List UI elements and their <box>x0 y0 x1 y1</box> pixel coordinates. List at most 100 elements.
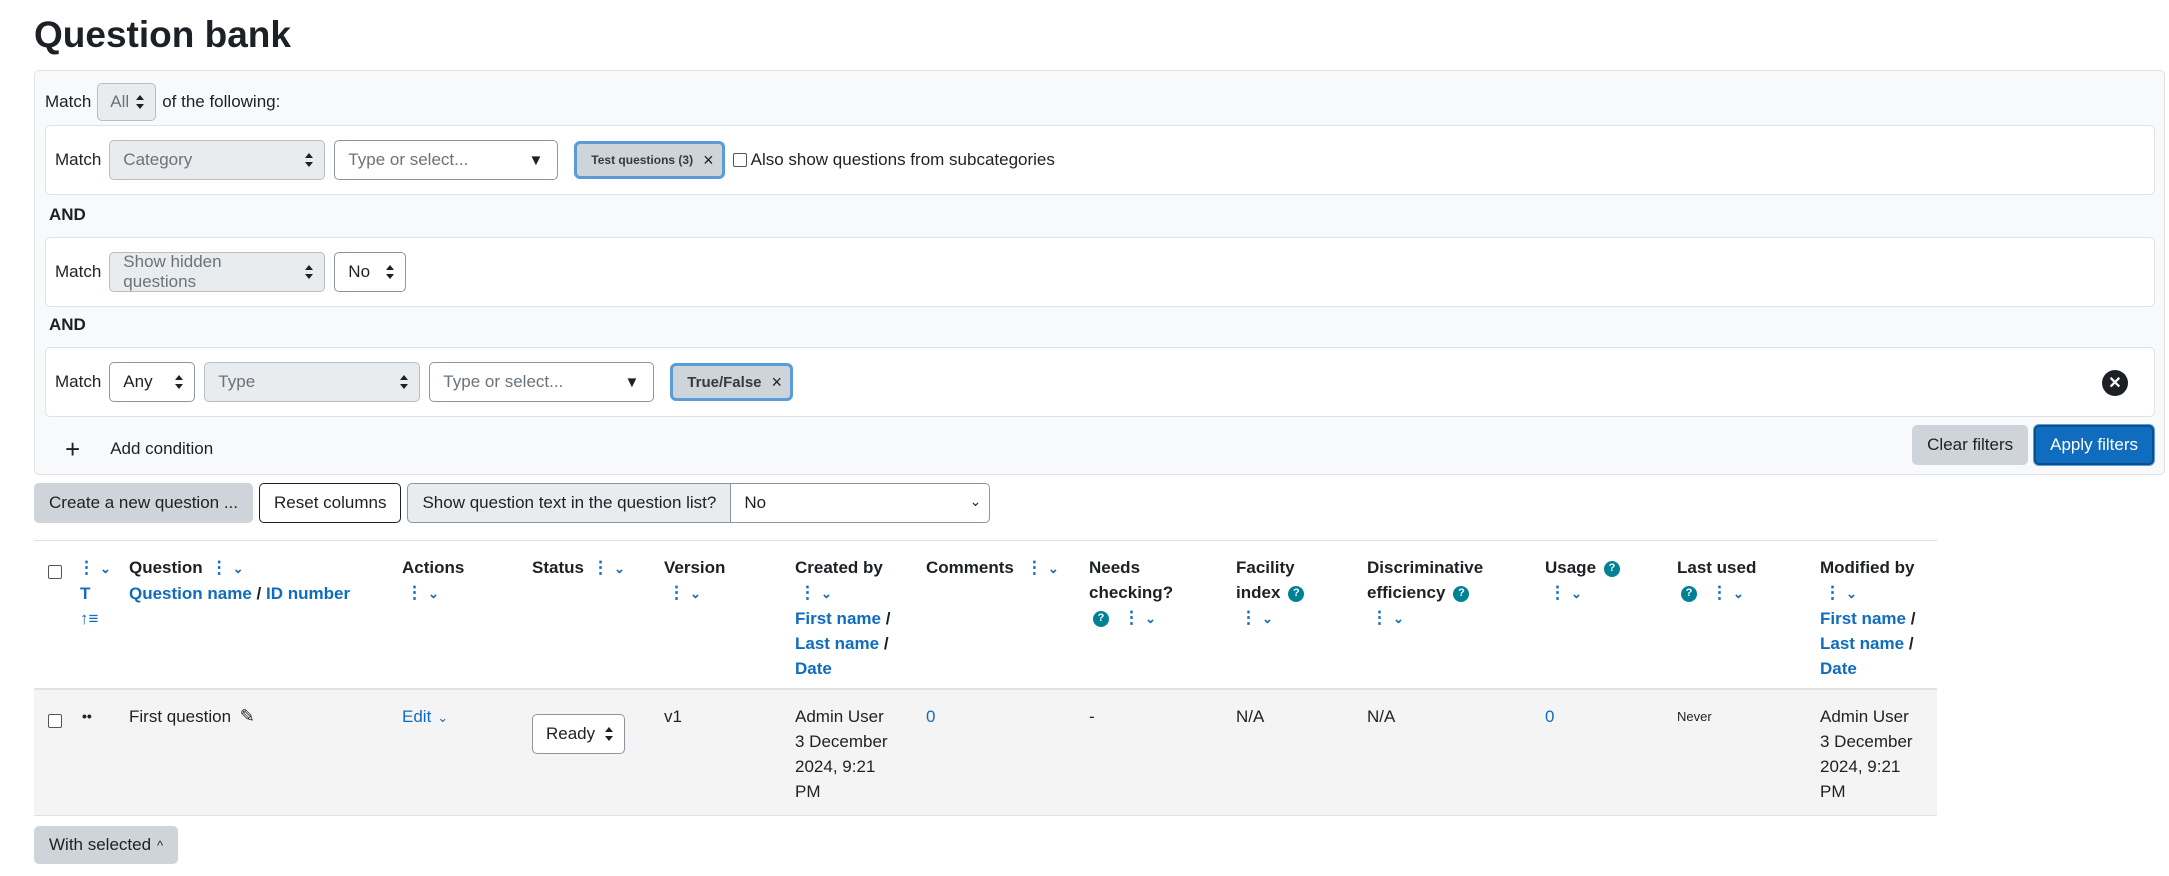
join-select[interactable]: All <box>97 83 157 121</box>
column-menu-icon[interactable]: ⋮ <box>78 555 95 580</box>
condition-field-select[interactable]: Type <box>204 362 421 402</box>
version-column-header: Version ⋮ ⌄ <box>664 555 725 606</box>
chevron-down-icon[interactable]: ⌄ <box>690 581 701 606</box>
column-menu-icon[interactable]: ⋮ <box>668 580 685 605</box>
usage-count-link[interactable]: 0 <box>1545 704 1554 729</box>
column-menu-icon[interactable]: ⋮ <box>211 555 228 580</box>
facility-index-column-header: Facility index? ⋮ ⌄ <box>1236 555 1305 631</box>
filter-join-line: Match All of the following: <box>45 83 280 121</box>
show-text-select[interactable]: No ⌄ <box>731 483 991 523</box>
help-icon[interactable]: ? <box>1093 610 1109 627</box>
category-typeselect[interactable]: Type or select... ▼ <box>334 140 559 180</box>
status-select[interactable]: Ready <box>532 714 625 754</box>
column-menu-icon[interactable]: ⋮ <box>799 580 816 605</box>
chevron-down-icon[interactable]: ⌄ <box>428 581 439 606</box>
type-column-header: ⋮ ⌄ T ↑≡ <box>78 555 111 631</box>
created-by-cell: Admin User 3 December 2024, 9:21 PM <box>795 707 888 801</box>
type-chip[interactable]: True/False × <box>670 363 794 401</box>
clear-filters-button[interactable]: Clear filters <box>1912 425 2029 465</box>
column-menu-icon[interactable]: ⋮ <box>1824 580 1841 605</box>
select-arrows-icon <box>175 375 184 389</box>
column-menu-icon[interactable]: ⋮ <box>1549 580 1566 605</box>
sort-ascending-icon[interactable]: ↑≡ <box>80 609 98 628</box>
question-column-header: Question ⋮ ⌄ Question name / ID number <box>129 555 350 606</box>
chevron-down-icon[interactable]: ⌄ <box>614 556 625 581</box>
chevron-down-icon[interactable]: ⌄ <box>1145 606 1156 631</box>
filter-area: Match All of the following: Match Catego… <box>34 70 2165 475</box>
type-typeselect[interactable]: Type or select... ▼ <box>429 362 655 402</box>
chevron-down-icon[interactable]: ⌄ <box>821 581 832 606</box>
join-suffix: of the following: <box>162 92 281 111</box>
select-arrows-icon <box>305 265 314 279</box>
sort-id-number-link[interactable]: ID number <box>266 584 350 603</box>
column-menu-icon[interactable]: ⋮ <box>592 555 609 580</box>
row-checkbox[interactable] <box>48 710 62 735</box>
column-menu-icon[interactable]: ⋮ <box>406 580 423 605</box>
condition-hidden: Match Show hidden questions No <box>45 237 2155 307</box>
condition-category: Match Category Type or select... ▼ Test q… <box>45 125 2155 195</box>
reset-columns-button[interactable]: Reset columns <box>259 483 402 523</box>
actions-column-header: Actions ⋮ ⌄ <box>402 555 464 606</box>
select-all-checkbox[interactable] <box>48 561 62 586</box>
condition-join-select[interactable]: Any <box>109 362 196 402</box>
chevron-down-icon[interactable]: ⌄ <box>1846 581 1857 606</box>
hidden-value-select[interactable]: No <box>334 252 407 292</box>
comments-count-link[interactable]: 0 <box>926 704 935 729</box>
sort-date-link[interactable]: Date <box>1820 659 1857 678</box>
edit-action-link[interactable]: Edit <box>402 707 431 726</box>
chevron-down-icon[interactable]: ⌄ <box>1393 606 1404 631</box>
match-label: Match <box>55 372 102 391</box>
and-label: AND <box>49 315 86 334</box>
chevron-down-icon[interactable]: ⌄ <box>1262 606 1273 631</box>
sort-last-name-link[interactable]: Last name <box>1820 634 1904 653</box>
usage-column-header: Usage? ⋮ ⌄ <box>1545 555 1621 606</box>
column-menu-icon[interactable]: ⋮ <box>1711 580 1728 605</box>
needs-checking-cell: - <box>1089 707 1095 726</box>
condition-type: Match Any Type Type or select... ▼ True/F… <box>45 347 2155 417</box>
comments-column-header: Comments ⋮ ⌄ <box>926 555 1059 581</box>
category-chip[interactable]: Test questions (3) × <box>574 141 725 179</box>
sort-first-name-link[interactable]: First name <box>795 609 881 628</box>
column-menu-icon[interactable]: ⋮ <box>1240 605 1257 630</box>
and-label: AND <box>49 205 86 224</box>
help-icon[interactable]: ? <box>1604 560 1621 577</box>
question-name-cell: First question ✎ <box>129 704 255 729</box>
remove-chip-icon[interactable]: × <box>703 150 714 171</box>
chevron-down-icon[interactable]: ⌄ <box>233 556 244 581</box>
sort-first-name-link[interactable]: First name <box>1820 609 1906 628</box>
with-selected-button[interactable]: With selected ^ <box>34 826 179 864</box>
table-header: ⋮ ⌄ T ↑≡ Question ⋮ ⌄ Question name / ID nu… <box>34 540 1937 690</box>
version-cell: v1 <box>664 707 682 726</box>
condition-field-select[interactable]: Category <box>109 140 326 180</box>
chevron-down-icon[interactable]: ⌄ <box>437 705 448 730</box>
edit-pencil-icon[interactable]: ✎ <box>240 704 255 729</box>
sort-question-name-link[interactable]: Question name <box>129 584 252 603</box>
question-toolbar: Create a new question ... Reset columns … <box>34 483 991 523</box>
chevron-down-icon[interactable]: ⌄ <box>100 556 111 581</box>
add-condition[interactable]: + Add condition <box>65 429 213 469</box>
condition-field-select[interactable]: Show hidden questions <box>109 252 326 292</box>
sort-date-link[interactable]: Date <box>795 659 832 678</box>
chevron-up-icon: ^ <box>157 837 164 853</box>
chevron-down-icon[interactable]: ⌄ <box>1571 581 1582 606</box>
match-label: Match <box>55 150 102 169</box>
sort-last-name-link[interactable]: Last name <box>795 634 879 653</box>
type-sort-link[interactable]: T <box>80 584 90 603</box>
column-menu-icon[interactable]: ⋮ <box>1123 605 1140 630</box>
modified-by-column-header: Modified by ⋮ ⌄ First name / Last name / … <box>1820 558 1916 678</box>
select-arrows-icon <box>136 95 145 109</box>
remove-condition-icon[interactable]: ✕ <box>2102 370 2128 396</box>
help-icon[interactable]: ? <box>1681 585 1697 602</box>
apply-filters-button[interactable]: Apply filters <box>2034 425 2154 465</box>
chevron-down-icon[interactable]: ⌄ <box>1733 581 1744 606</box>
remove-chip-icon[interactable]: × <box>772 372 783 393</box>
dropdown-triangle-icon: ▼ <box>624 374 640 391</box>
help-icon[interactable]: ? <box>1453 585 1470 602</box>
column-menu-icon[interactable]: ⋮ <box>1026 555 1043 580</box>
actions-cell: Edit ⌄ <box>402 704 448 730</box>
subcategories-checkbox[interactable] <box>732 153 747 167</box>
help-icon[interactable]: ? <box>1288 585 1305 602</box>
chevron-down-icon[interactable]: ⌄ <box>1048 556 1059 581</box>
create-question-button[interactable]: Create a new question ... <box>34 483 254 523</box>
column-menu-icon[interactable]: ⋮ <box>1371 605 1388 630</box>
